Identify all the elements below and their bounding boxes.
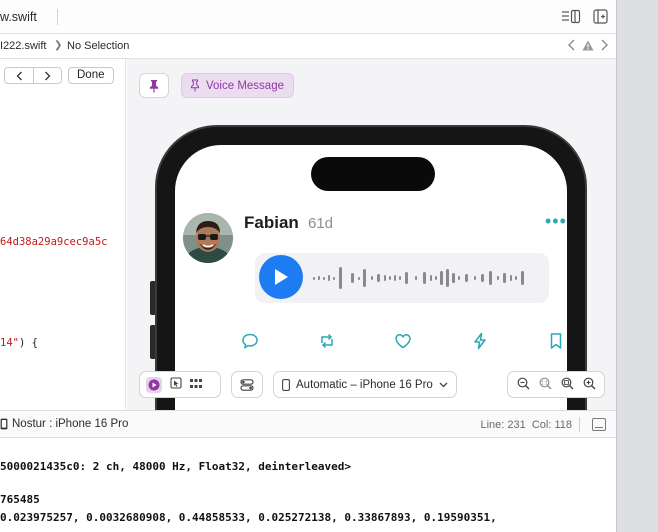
reply-icon[interactable]: [240, 331, 260, 351]
zap-bolt-icon[interactable]: [470, 331, 490, 351]
file-tab[interactable]: w.swift: [0, 10, 37, 24]
editor-tab-bar: w.swift: [0, 0, 616, 34]
cursor-position: Line: 231 Col: 118: [480, 419, 572, 431]
svg-text:1:1: 1:1: [541, 380, 548, 386]
toggle-console-button[interactable]: [592, 418, 606, 431]
voice-message-label: Voice Message: [206, 79, 284, 92]
code-text: ) {: [18, 337, 38, 349]
preview-mode-group: [139, 371, 221, 398]
console-line: 765485: [0, 493, 40, 506]
done-button[interactable]: Done: [68, 67, 114, 84]
desktop-backdrop: [616, 0, 658, 532]
jump-bar: I222.swift ❯ No Selection: [0, 34, 616, 59]
code-editor[interactable]: Done 64d38a29a9cec9a5c 14") {: [0, 59, 126, 410]
toggles-icon: [240, 378, 254, 391]
preview-canvas: Voice Message Fabian 61d ••• Automatic –…: [127, 59, 616, 410]
console-line: 0.023975257, 0.0032680908, 0.44858533, 0…: [0, 511, 497, 524]
selectable-mode-button[interactable]: [170, 377, 182, 392]
debug-bar: Nostur : iPhone 16 Pro Line: 231 Col: 11…: [0, 410, 616, 438]
iphone-frame: Fabian 61d •••: [155, 125, 587, 410]
dynamic-island: [311, 157, 435, 191]
canvas-settings-button[interactable]: [231, 371, 263, 398]
debug-console[interactable]: 5000021435c0: 2 ch, 48000 Hz, Float32, d…: [0, 438, 616, 532]
zoom-to-fit-icon[interactable]: [561, 377, 574, 393]
add-editor-icon[interactable]: [593, 9, 608, 24]
bookmark-icon[interactable]: [546, 331, 566, 351]
code-hash-string: 64d38a29a9cec9a5c: [0, 236, 108, 248]
line-number: Line: 231: [480, 419, 526, 431]
play-icon: [275, 269, 288, 285]
like-heart-icon[interactable]: [393, 331, 413, 351]
voice-message-preview-tab[interactable]: Voice Message: [181, 73, 294, 98]
variants-grid-icon[interactable]: [190, 378, 202, 392]
iphone-icon: [282, 378, 290, 391]
author-name[interactable]: Fabian: [244, 213, 299, 233]
jump-bar-selection[interactable]: No Selection: [67, 40, 129, 52]
device-icon: [0, 418, 8, 430]
console-line: 5000021435c0: 2 ch, 48000 Hz, Float32, d…: [0, 460, 351, 473]
history-nav: [4, 67, 62, 84]
run-destination[interactable]: Nostur : iPhone 16 Pro: [12, 418, 128, 430]
post-time: 61d: [308, 215, 334, 232]
zoom-in-icon[interactable]: [583, 377, 596, 393]
back-button[interactable]: [5, 68, 33, 83]
zoom-fit-icon[interactable]: 1:1: [539, 377, 552, 393]
more-options-icon[interactable]: •••: [545, 211, 567, 232]
warning-icon[interactable]: [582, 40, 594, 54]
jump-bar-file[interactable]: I222.swift: [0, 40, 46, 52]
pin-outline-icon: [191, 79, 199, 92]
forward-button[interactable]: [33, 68, 61, 83]
avatar[interactable]: [183, 213, 233, 263]
repost-icon[interactable]: [317, 331, 337, 351]
chevron-right-icon[interactable]: [600, 39, 608, 54]
editor-options-icon[interactable]: [561, 9, 581, 24]
chevron-right-icon: ❯: [54, 40, 63, 51]
divider: [579, 417, 580, 432]
column-number: Col: 118: [531, 419, 572, 431]
post-actions: [240, 331, 566, 351]
play-button[interactable]: [259, 255, 303, 299]
code-string: 14": [0, 337, 19, 349]
pin-icon: [149, 79, 159, 92]
voice-message-player: [255, 253, 549, 303]
device-label: Automatic – iPhone 16 Pro: [296, 378, 433, 391]
live-mode-button[interactable]: [146, 376, 162, 393]
chevron-down-icon: [439, 382, 448, 387]
pin-preview-button[interactable]: [139, 73, 169, 98]
waveform[interactable]: [311, 253, 545, 303]
zoom-out-icon[interactable]: [517, 377, 530, 393]
chevron-left-icon[interactable]: [568, 39, 576, 54]
tab-divider: [57, 9, 58, 25]
code-line: 14") {: [0, 337, 38, 349]
device-selector[interactable]: Automatic – iPhone 16 Pro: [273, 371, 457, 398]
zoom-controls: 1:1: [507, 371, 605, 398]
